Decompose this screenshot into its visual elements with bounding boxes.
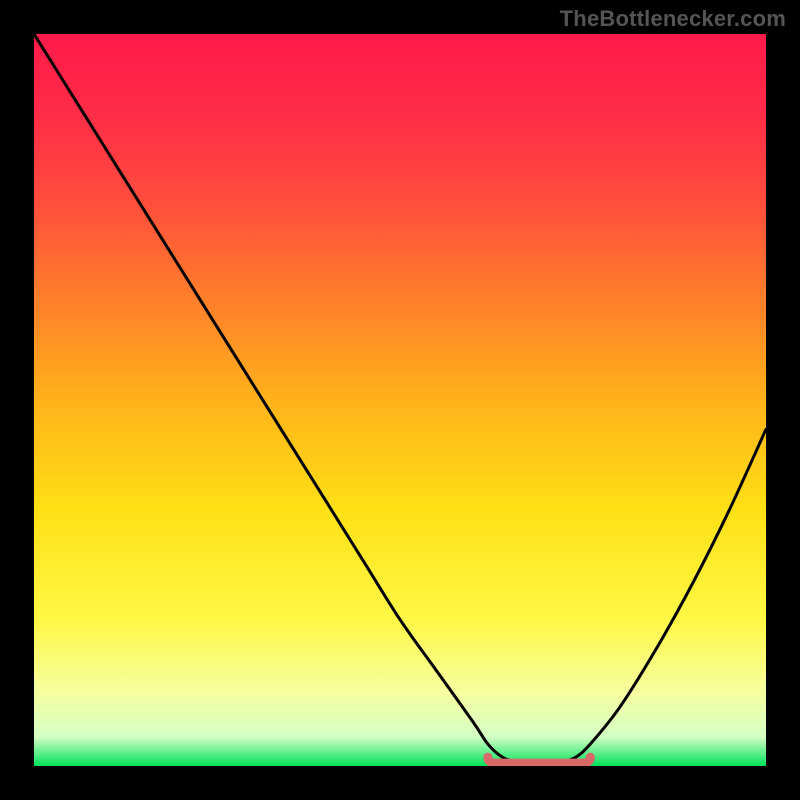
gradient-background [34,34,766,766]
plot-area [34,34,766,766]
bottleneck-chart [34,34,766,766]
chart-frame: TheBottlenecker.com [0,0,800,800]
attribution-label: TheBottlenecker.com [560,6,786,32]
